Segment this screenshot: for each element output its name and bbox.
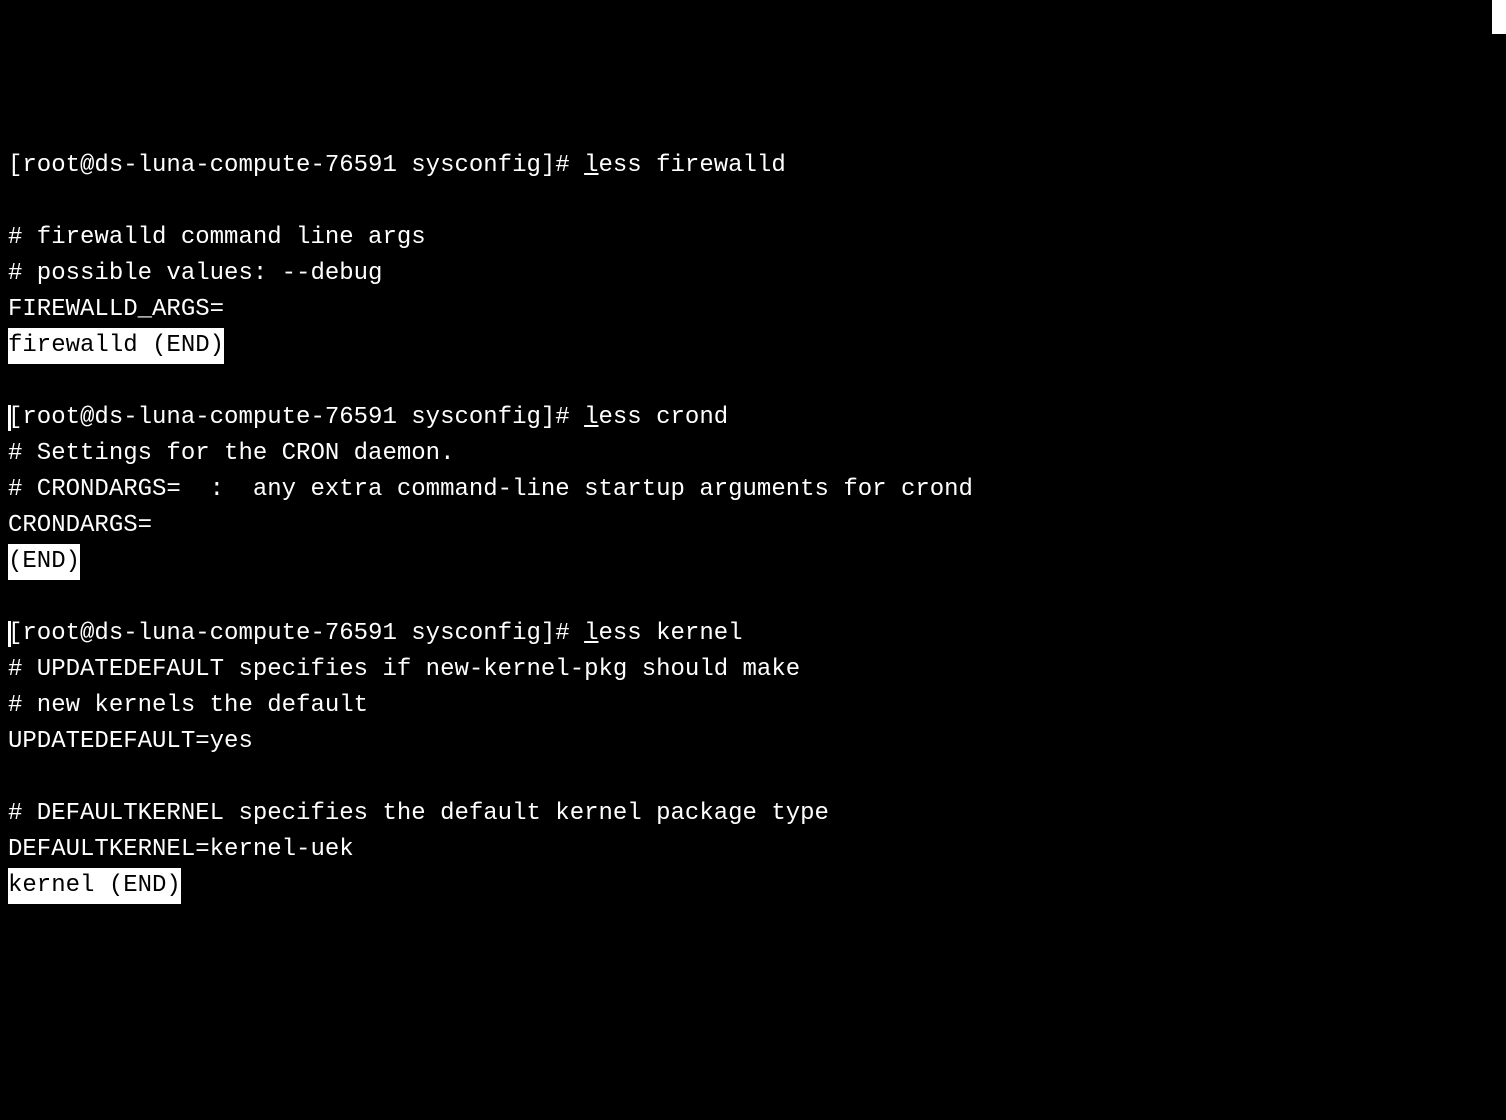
file-content-line: DEFAULTKERNEL=kernel-uek [8,832,1498,868]
file-content-line: # new kernels the default [8,688,1498,724]
less-end-marker: kernel (END) [8,868,181,904]
scrollbar-thumb[interactable] [1492,0,1506,34]
less-end-marker: firewalld (END) [8,328,224,364]
file-content-line: CRONDARGS= [8,508,1498,544]
file-content-line: # UPDATEDEFAULT specifies if new-kernel-… [8,652,1498,688]
shell-prompt-line: [root@ds-luna-compute-76591 sysconfig]# … [8,148,1498,184]
less-end-marker: (END) [8,544,80,580]
shell-prompt-line: [root@ds-luna-compute-76591 sysconfig]# … [8,616,1498,652]
file-content-line: # Settings for the CRON daemon. [8,436,1498,472]
shell-prompt: [root@ds-luna-compute-76591 sysconfig]# [8,620,584,647]
file-content-line [8,760,1498,796]
file-content-line: # possible values: --debug [8,256,1498,292]
file-content-line: # DEFAULTKERNEL specifies the default ke… [8,796,1498,832]
shell-prompt-line: [root@ds-luna-compute-76591 sysconfig]# … [8,400,1498,436]
shell-prompt: [root@ds-luna-compute-76591 sysconfig]# [8,152,584,179]
file-content-line: FIREWALLD_ARGS= [8,292,1498,328]
terminal-output[interactable]: [root@ds-luna-compute-76591 sysconfig]# … [8,148,1498,904]
file-content-line: # firewalld command line args [8,220,1498,256]
shell-prompt: [root@ds-luna-compute-76591 sysconfig]# [8,404,584,431]
file-content-line: # CRONDARGS= : any extra command-line st… [8,472,1498,508]
